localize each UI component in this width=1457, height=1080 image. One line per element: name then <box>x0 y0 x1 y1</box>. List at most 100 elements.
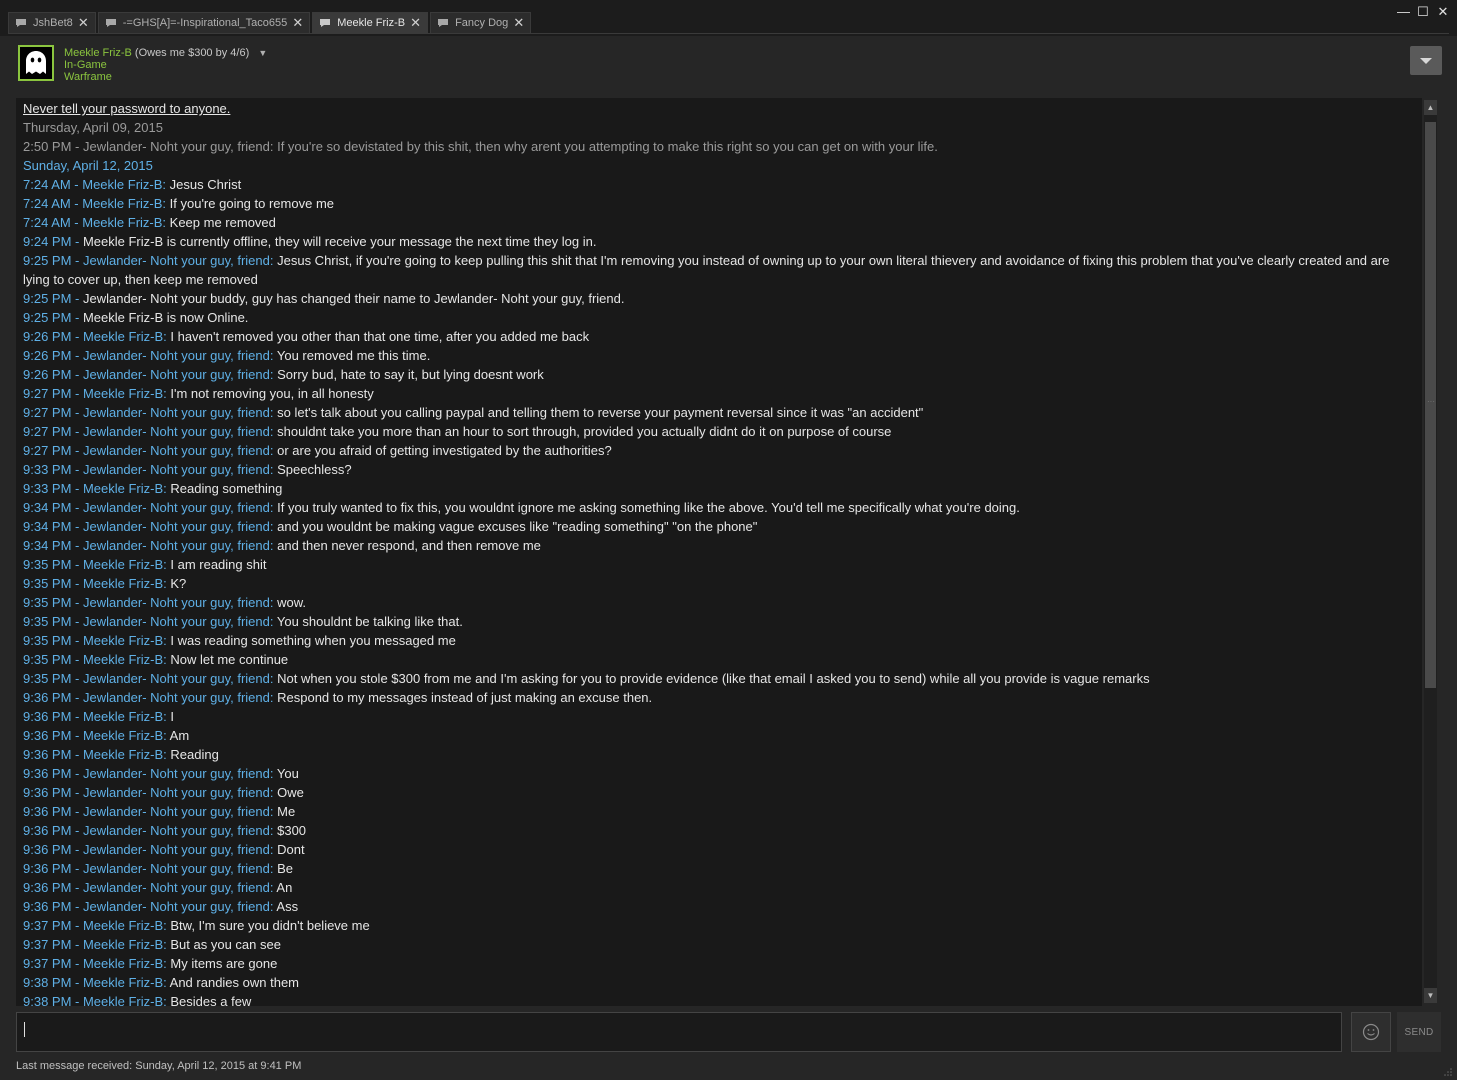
message-meta: 9:37 PM - Meekle Friz-B: <box>23 956 167 971</box>
message-text: I'm not removing you, in all honesty <box>166 386 374 401</box>
message-text: I <box>166 709 174 724</box>
chat-message: 9:36 PM - Jewlander- Noht your guy, frie… <box>23 859 1408 878</box>
smiley-icon <box>1362 1023 1380 1041</box>
message-meta: 9:27 PM - Jewlander- Noht your guy, frie… <box>23 405 274 420</box>
tab-label: JshBet8 <box>33 17 73 29</box>
tab-divider <box>8 33 1449 34</box>
message-text: Owe <box>273 785 304 800</box>
chat-message: 9:37 PM - Meekle Friz-B: My items are go… <box>23 954 1408 973</box>
chevron-down-icon <box>1420 57 1432 64</box>
message-meta: 9:36 PM - Jewlander- Noht your guy, frie… <box>23 785 274 800</box>
security-warning: Never tell your password to anyone. <box>23 101 231 116</box>
grip-icon: ··· <box>1427 397 1435 406</box>
chat-message: 9:33 PM - Meekle Friz-B: Reading somethi… <box>23 479 1408 498</box>
chat-message: 9:27 PM - Meekle Friz-B: I'm not removin… <box>23 384 1408 403</box>
message-meta: 9:35 PM - Meekle Friz-B: <box>23 557 167 572</box>
message-meta: 9:37 PM - Meekle Friz-B: <box>23 918 167 933</box>
chat-log: Never tell your password to anyone. Thur… <box>16 98 1422 1006</box>
message-text: Jewlander- Noht your buddy, guy has chan… <box>79 291 625 306</box>
message-text: and then never respond, and then remove … <box>273 538 541 553</box>
tab-inspirational-taco655[interactable]: -=GHS[A]=-Inspirational_Taco655 ✕ <box>97 12 311 33</box>
tab-meekle-friz-b[interactable]: Meekle Friz-B ✕ <box>312 12 429 33</box>
emoticon-button[interactable] <box>1351 1012 1391 1052</box>
scroll-up-icon[interactable]: ▲ <box>1424 100 1437 115</box>
message-meta: 9:25 PM - <box>23 291 80 306</box>
tab-label: -=GHS[A]=-Inspirational_Taco655 <box>122 17 288 29</box>
message-meta: 9:25 PM - <box>23 310 80 325</box>
chat-message: 9:34 PM - Jewlander- Noht your guy, frie… <box>23 517 1408 536</box>
chat-message: 7:24 AM - Meekle Friz-B: Keep me removed <box>23 213 1408 232</box>
tab-fancy-dog[interactable]: Fancy Dog ✕ <box>430 12 532 33</box>
message-meta: 9:26 PM - Meekle Friz-B: <box>23 329 167 344</box>
chevron-down-icon[interactable]: ▼ <box>258 48 267 58</box>
chat-message: 9:37 PM - Meekle Friz-B: But as you can … <box>23 935 1408 954</box>
chat-message: 9:34 PM - Jewlander- Noht your guy, frie… <box>23 536 1408 555</box>
message-list: 7:24 AM - Meekle Friz-B: Jesus Christ 7:2… <box>23 175 1408 1006</box>
message-text: You removed me this time. <box>273 348 431 363</box>
message-meta: 9:27 PM - Meekle Friz-B: <box>23 386 167 401</box>
chat-message: 9:25 PM - Jewlander- Noht your guy, frie… <box>23 251 1408 289</box>
window-controls: — ☐ ✕ <box>1397 5 1449 19</box>
friend-name[interactable]: Meekle Friz-B (Owes me $300 by 4/6) ▼ <box>64 47 267 59</box>
message-meta: 9:36 PM - Jewlander- Noht your guy, frie… <box>23 899 274 914</box>
message-text: Me <box>273 804 296 819</box>
scroll-thumb[interactable]: ··· <box>1425 122 1436 688</box>
message-text: You shouldnt be talking like that. <box>273 614 463 629</box>
chat-message: 9:27 PM - Jewlander- Noht your guy, frie… <box>23 422 1408 441</box>
chat-bubble-icon <box>105 19 116 27</box>
chat-message: 9:36 PM - Jewlander- Noht your guy, frie… <box>23 840 1408 859</box>
message-meta: 9:36 PM - Jewlander- Noht your guy, frie… <box>23 823 274 838</box>
message-text: I was reading something when you message… <box>166 633 456 648</box>
chat-message: 9:35 PM - Jewlander- Noht your guy, frie… <box>23 669 1408 688</box>
message-text: And randies own them <box>166 975 300 990</box>
message-input[interactable] <box>16 1012 1342 1052</box>
chat-menu-button[interactable] <box>1410 46 1442 75</box>
message-meta: 9:26 PM - Jewlander- Noht your guy, frie… <box>23 367 274 382</box>
message-text: K? <box>166 576 187 591</box>
close-icon[interactable]: ✕ <box>410 16 421 29</box>
maximize-button[interactable]: ☐ <box>1417 5 1429 19</box>
minimize-button[interactable]: — <box>1397 5 1410 19</box>
tab-label: Meekle Friz-B <box>337 17 406 29</box>
message-text: Respond to my messages instead of just m… <box>273 690 653 705</box>
message-text: My items are gone <box>166 956 278 971</box>
tab-bar: JshBet8 ✕ -=GHS[A]=-Inspirational_Taco65… <box>0 0 1457 36</box>
chat-log-content: Never tell your password to anyone. Thur… <box>23 99 1408 1006</box>
message-text: Sorry bud, hate to say it, but lying doe… <box>273 367 544 382</box>
chat-message: 7:24 AM - Meekle Friz-B: Jesus Christ <box>23 175 1408 194</box>
chat-message: 9:35 PM - Meekle Friz-B: Now let me cont… <box>23 650 1408 669</box>
tab-jshbet8[interactable]: JshBet8 ✕ <box>8 12 96 33</box>
chat-scrollbar[interactable]: ▲ ··· ▼ <box>1424 100 1437 1003</box>
date-separator: Sunday, April 12, 2015 <box>23 158 153 173</box>
close-icon[interactable]: ✕ <box>78 16 89 29</box>
message-text: Dont <box>273 842 305 857</box>
chat-window: JshBet8 ✕ -=GHS[A]=-Inspirational_Taco65… <box>0 0 1457 1080</box>
message-meta: 9:36 PM - Meekle Friz-B: <box>23 747 167 762</box>
chat-message: 9:25 PM - Jewlander- Noht your buddy, gu… <box>23 289 1408 308</box>
chat-message: 9:36 PM - Meekle Friz-B: Reading <box>23 745 1408 764</box>
resize-grip-icon[interactable] <box>1443 1067 1453 1077</box>
message-meta: 9:36 PM - Jewlander- Noht your guy, frie… <box>23 690 274 705</box>
chat-message: 9:36 PM - Jewlander- Noht your guy, frie… <box>23 783 1408 802</box>
message-text: Reading something <box>166 481 283 496</box>
message-text: shouldnt take you more than an hour to s… <box>273 424 892 439</box>
send-button[interactable]: SEND <box>1397 1012 1441 1052</box>
last-message-status: Last message received: Sunday, April 12,… <box>16 1060 302 1072</box>
chat-message: 9:27 PM - Jewlander- Noht your guy, frie… <box>23 403 1408 422</box>
message-text: Btw, I'm sure you didn't believe me <box>166 918 370 933</box>
message-text: wow. <box>273 595 307 610</box>
friend-game: Warframe <box>64 71 112 83</box>
message-meta: 9:34 PM - Jewlander- Noht your guy, frie… <box>23 538 274 553</box>
avatar[interactable] <box>18 45 54 81</box>
chat-message: 9:36 PM - Meekle Friz-B: Am <box>23 726 1408 745</box>
chat-bubble-icon <box>16 19 26 27</box>
friend-nickname: (Owes me $300 by 4/6) <box>134 47 250 59</box>
chat-message: 9:36 PM - Jewlander- Noht your guy, frie… <box>23 897 1408 916</box>
scroll-down-icon[interactable]: ▼ <box>1424 988 1437 1003</box>
close-window-button[interactable]: ✕ <box>1437 5 1449 19</box>
message-meta: 9:37 PM - Meekle Friz-B: <box>23 937 167 952</box>
close-icon[interactable]: ✕ <box>513 16 524 29</box>
chat-message: 9:35 PM - Meekle Friz-B: K? <box>23 574 1408 593</box>
close-icon[interactable]: ✕ <box>292 16 303 29</box>
message-meta: 9:33 PM - Jewlander- Noht your guy, frie… <box>23 462 274 477</box>
